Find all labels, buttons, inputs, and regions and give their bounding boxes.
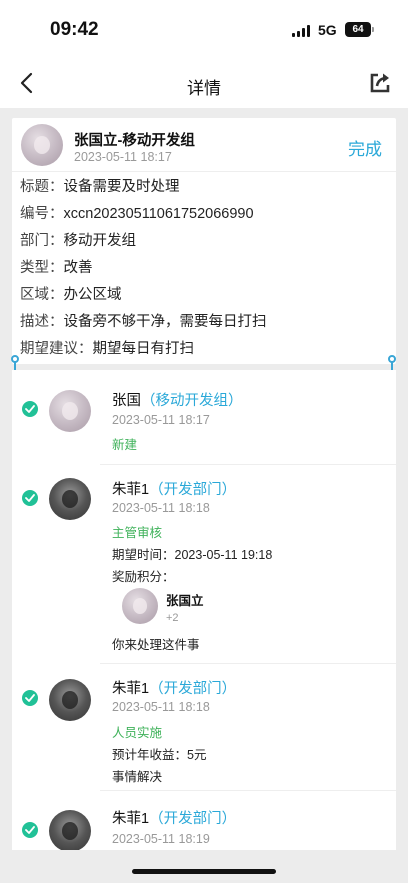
info-row-description: 描述：设备旁不够干净，需要每日打扫: [20, 314, 267, 330]
expected-time: 期望时间：2023-05-11 19:18: [112, 548, 273, 562]
avatar: [122, 588, 158, 624]
info-row-number: 编号：xccn20230511061752066990: [20, 206, 254, 222]
info-row-department: 部门：移动开发组: [20, 233, 136, 249]
avatar: [21, 124, 63, 166]
signal-icon: [292, 25, 312, 37]
info-row-area: 区域：办公区域: [20, 287, 122, 303]
status-time: 09:42: [50, 19, 99, 40]
avatar: [49, 679, 91, 721]
divider: [100, 790, 396, 791]
timeline-time: 2023-05-11 18:18: [112, 700, 210, 714]
timeline-action: 主管审核: [112, 526, 163, 540]
reward-points: +2: [166, 612, 179, 624]
divider: [100, 464, 396, 465]
card-header: 张国立-移动开发组 2023-05-11 18:17 完成: [12, 118, 396, 172]
info-row-suggestion: 期望建议：期望每日有打扫: [20, 341, 194, 357]
expected-income: 预计年收益：5元: [112, 748, 207, 762]
avatar: [49, 390, 91, 432]
reward-user: 张国立: [166, 594, 204, 608]
timeline-user: 朱菲1（开发部门）: [112, 811, 237, 827]
share-export-icon[interactable]: [368, 71, 392, 95]
timeline: 张国（移动开发组） 2023-05-11 18:17 新建 朱菲1（开发部门） …: [12, 370, 396, 850]
timeline-user: 张国（移动开发组）: [112, 393, 243, 409]
reward-label: 奖励积分：: [112, 570, 175, 584]
timeline-user: 朱菲1（开发部门）: [112, 681, 237, 697]
complete-button[interactable]: 完成: [348, 135, 382, 160]
info-row-title: 标题：设备需要及时处理: [20, 179, 180, 195]
check-circle-icon: [22, 401, 38, 417]
network-label: 5G: [318, 22, 337, 38]
battery-icon: 64: [345, 22, 371, 37]
timeline-action: 人员实施: [112, 726, 163, 740]
created-time: 2023-05-11 18:17: [74, 150, 172, 164]
timeline-user: 朱菲1（开发部门）: [112, 482, 237, 498]
home-indicator: [132, 869, 276, 874]
avatar: [49, 810, 91, 850]
avatar: [49, 478, 91, 520]
check-circle-icon: [22, 690, 38, 706]
check-circle-icon: [22, 822, 38, 838]
timeline-action: 新建: [112, 438, 138, 452]
selection-handle-right[interactable]: [388, 355, 396, 363]
timeline-time: 2023-05-11 18:18: [112, 501, 210, 515]
info-rows: 标题：设备需要及时处理 编号：xccn20230511061752066990 …: [20, 174, 267, 363]
status-bar: 09:42 5G 64: [0, 0, 408, 58]
creator-name: 张国立-移动开发组: [74, 133, 195, 149]
battery-cap: [372, 27, 374, 32]
selection-handle-left[interactable]: [11, 355, 19, 363]
timeline-time: 2023-05-11 18:19: [112, 832, 210, 846]
timeline-note: 你来处理这件事: [112, 638, 200, 652]
timeline-note: 事情解决: [112, 770, 163, 784]
detail-card: 张国立-移动开发组 2023-05-11 18:17 完成 标题：设备需要及时处…: [12, 118, 396, 364]
timeline-time: 2023-05-11 18:17: [112, 413, 210, 427]
info-row-type: 类型：改善: [20, 260, 93, 276]
page-title: 详情: [187, 79, 221, 98]
nav-bar: 详情: [0, 58, 408, 108]
divider: [100, 663, 396, 664]
check-circle-icon: [22, 490, 38, 506]
